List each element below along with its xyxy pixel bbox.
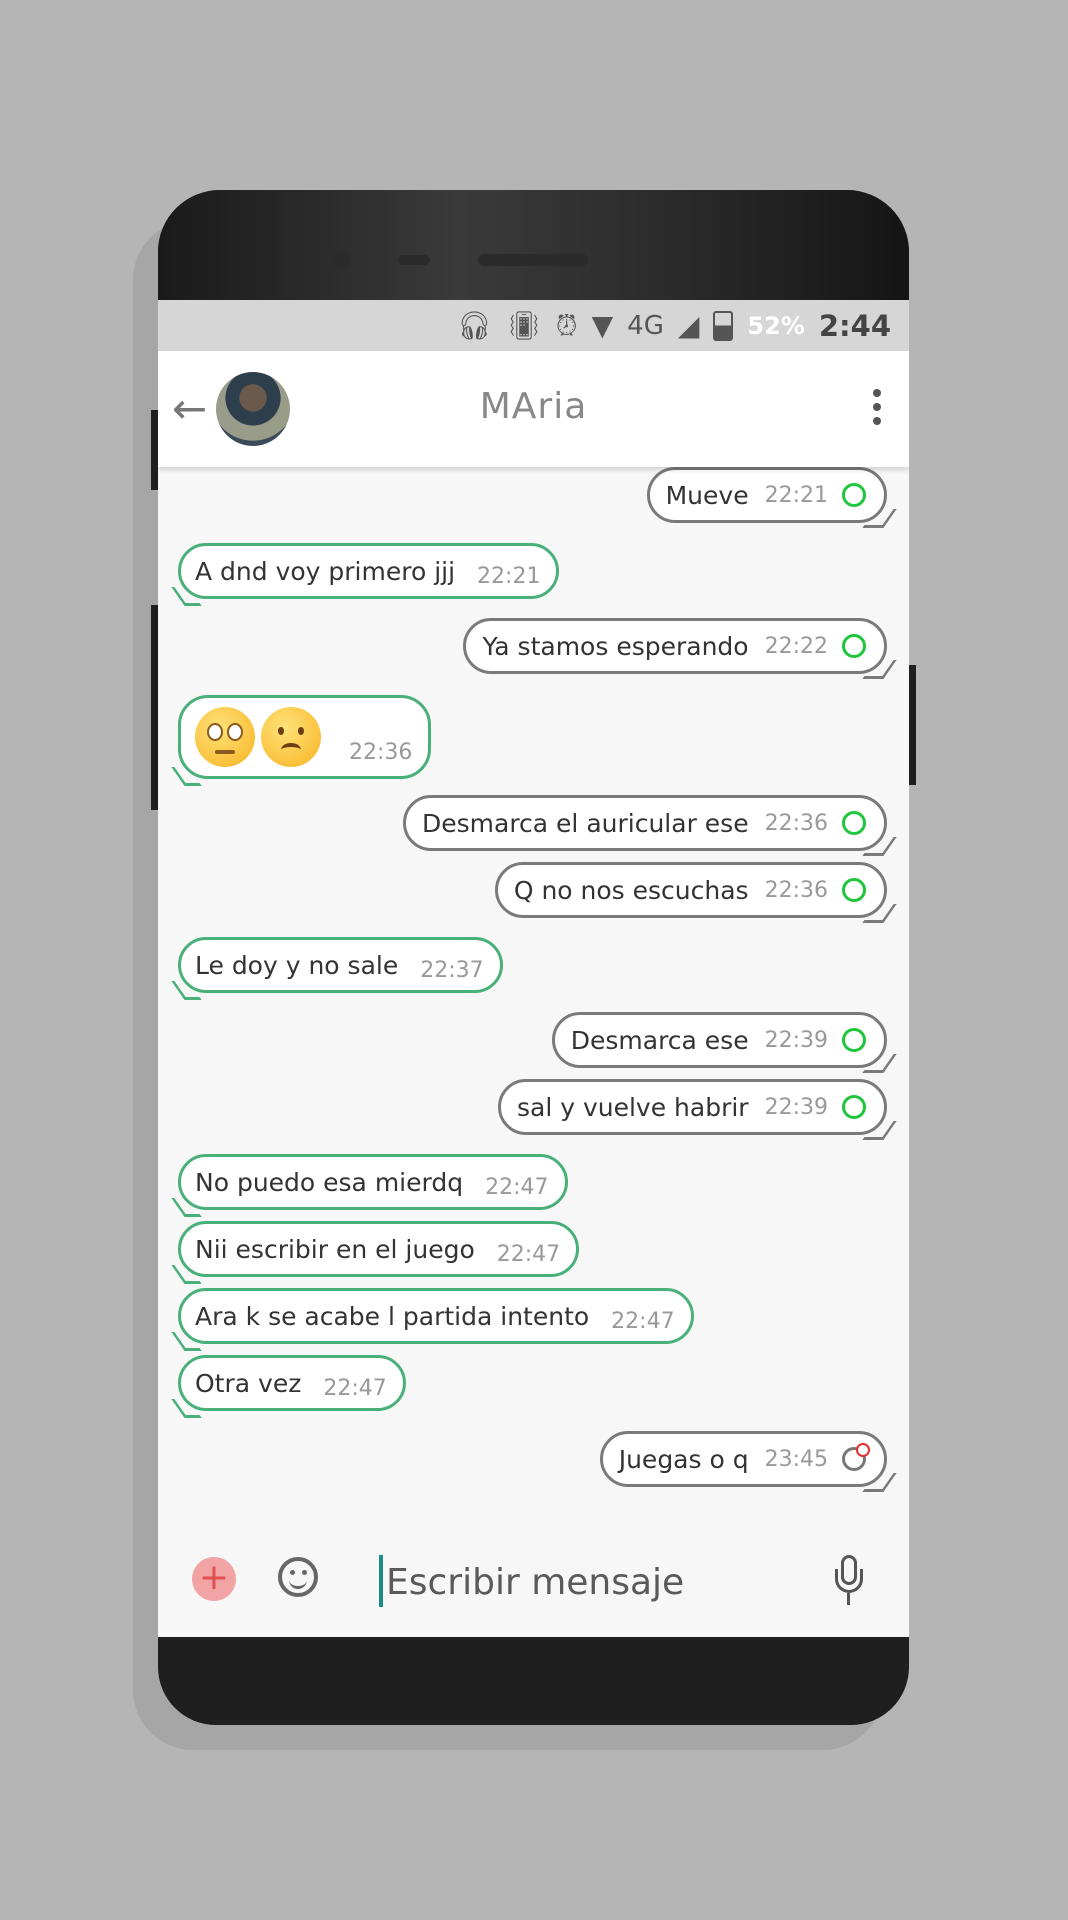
message-text: Ara k se acabe l partida intento — [195, 1301, 590, 1331]
message-input[interactable] — [384, 1555, 768, 1609]
text-cursor — [379, 1555, 383, 1607]
message-text: Nii escribir en el juego — [195, 1234, 475, 1264]
message-time: 22:39 — [764, 1027, 828, 1053]
message-text: sal y vuelve habrir — [516, 1092, 749, 1122]
front-camera — [333, 252, 349, 268]
message-text: Desmarca el auricular ese — [421, 808, 749, 838]
message-bubble-outgoing[interactable]: Juegas o q 23:45 — [599, 1431, 887, 1487]
emoji-picker-icon[interactable] — [278, 1557, 318, 1597]
clock: 2:44 — [818, 308, 891, 343]
attach-plus-button[interactable]: + — [192, 1557, 236, 1601]
more-options-icon[interactable] — [873, 389, 881, 431]
delivered-status-icon — [842, 483, 866, 507]
message-text: Otra vez — [195, 1368, 302, 1398]
message-time: 22:36 — [764, 810, 828, 836]
eye-roll-emoji-icon — [195, 707, 255, 767]
wifi-icon: ▼ — [591, 308, 614, 342]
power-button — [908, 665, 916, 785]
message-list[interactable]: Mueve 22:21 A dnd voy primero jjj 22:21 … — [158, 467, 909, 1487]
message-bubble-incoming[interactable]: Ara k se acabe l partida intento 22:47 — [178, 1288, 694, 1344]
message-bubble-outgoing[interactable]: Ya stamos esperando 22:22 — [463, 618, 887, 674]
message-text: A dnd voy primero jjj — [195, 556, 456, 586]
message-bubble-outgoing[interactable]: sal y vuelve habrir 22:39 — [497, 1079, 887, 1135]
message-time: 22:21 — [477, 563, 541, 589]
message-time: 22:47 — [323, 1375, 387, 1401]
message-time: 22:39 — [764, 1094, 828, 1120]
battery-percent: 52% — [747, 311, 805, 340]
message-bubble-incoming[interactable]: A dnd voy primero jjj 22:21 — [178, 543, 560, 599]
message-time: 22:47 — [485, 1174, 549, 1200]
message-text: Desmarca ese — [570, 1025, 749, 1055]
network-type: 4G — [627, 310, 664, 341]
delivered-status-icon — [842, 1028, 866, 1052]
message-bubble-incoming[interactable]: No puedo esa mierdq 22:47 — [178, 1154, 568, 1210]
message-text: No puedo esa mierdq — [195, 1167, 464, 1197]
message-time: 22:21 — [764, 482, 828, 508]
message-time: 22:36 — [349, 739, 413, 765]
message-bubble-incoming[interactable]: 22:36 — [178, 695, 432, 779]
headphones-icon: 🎧︎ — [456, 308, 493, 342]
message-time: 22:22 — [764, 633, 828, 659]
message-time: 23:45 — [764, 1446, 828, 1472]
message-bubble-outgoing[interactable]: Mueve 22:21 — [646, 467, 887, 523]
delivered-status-icon — [842, 811, 866, 835]
message-time: 22:37 — [420, 957, 484, 983]
delivered-status-icon — [842, 878, 866, 902]
phone-top-bezel — [158, 190, 909, 300]
message-time: 22:47 — [496, 1241, 561, 1267]
microphone-icon[interactable] — [835, 1555, 863, 1611]
delivered-status-icon — [842, 1095, 866, 1119]
message-bubble-incoming[interactable]: Otra vez 22:47 — [178, 1355, 406, 1411]
vibrate-icon: 📳︎ — [506, 308, 542, 342]
message-bubble-outgoing[interactable]: Q no nos escuchas 22:36 — [494, 862, 887, 918]
message-text: Mueve — [665, 480, 749, 510]
message-text: Q no nos escuchas — [513, 875, 749, 905]
frowning-face-emoji-icon — [261, 707, 321, 767]
message-bubble-incoming[interactable]: Nii escribir en el juego 22:47 — [178, 1221, 580, 1277]
message-time: 22:47 — [611, 1308, 675, 1334]
earpiece-speaker — [478, 254, 588, 266]
phone-screen: 🎧︎ 📳︎ ⏰︎ ▼ 4G ◢ 52% 2:44 ← MAria Mueve 2… — [158, 300, 909, 1637]
signal-icon: ◢ — [677, 308, 700, 342]
proximity-sensor — [398, 255, 430, 265]
pending-status-icon — [842, 1443, 870, 1471]
message-bubble-outgoing[interactable]: Desmarca ese 22:39 — [551, 1012, 887, 1068]
message-text: Le doy y no sale — [195, 950, 399, 980]
message-time: 22:36 — [764, 877, 828, 903]
message-text: Juegas o q — [618, 1444, 749, 1474]
contact-name[interactable]: MAria — [158, 386, 909, 427]
message-text: Ya stamos esperando — [482, 631, 749, 661]
message-bubble-incoming[interactable]: Le doy y no sale 22:37 — [178, 937, 503, 993]
message-composer: + — [158, 1525, 909, 1637]
alarm-icon: ⏰︎ — [555, 308, 578, 342]
chat-header: ← MAria — [158, 351, 909, 467]
message-bubble-outgoing[interactable]: Desmarca el auricular ese 22:36 — [402, 795, 887, 851]
battery-icon — [713, 310, 734, 341]
status-bar: 🎧︎ 📳︎ ⏰︎ ▼ 4G ◢ 52% 2:44 — [158, 300, 909, 351]
delivered-status-icon — [842, 634, 866, 658]
